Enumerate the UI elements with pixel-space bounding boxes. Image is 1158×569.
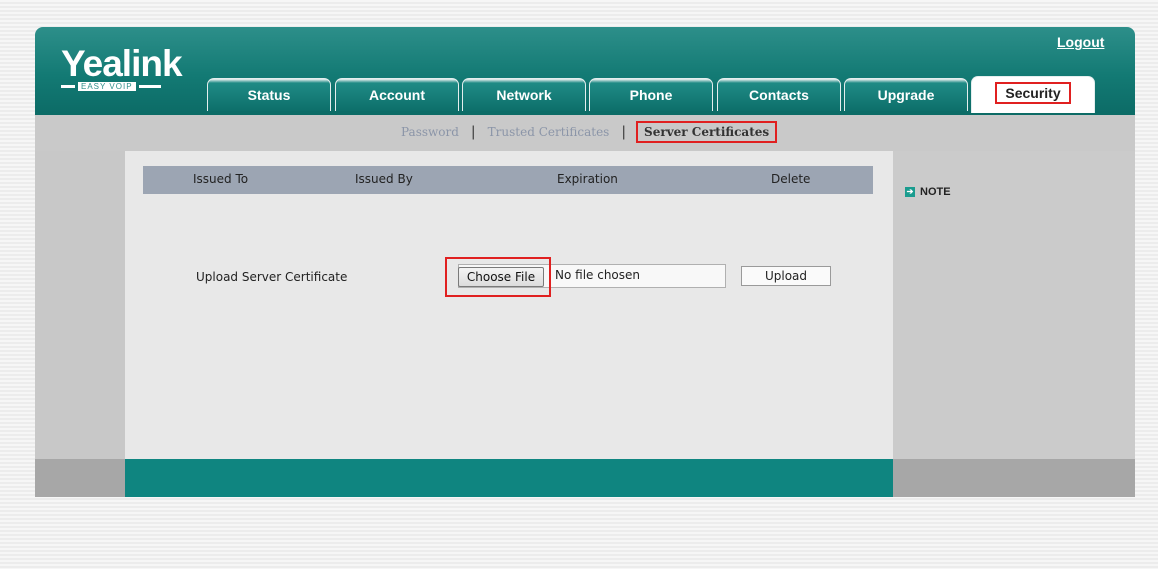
- subnav-server-certificates[interactable]: Server Certificates: [636, 121, 778, 143]
- tab-account[interactable]: Account: [335, 78, 459, 111]
- left-panel: [35, 151, 125, 459]
- main-content: Issued To Issued By Expiration Delete Up…: [125, 151, 893, 459]
- logout-link[interactable]: Logout: [1057, 34, 1104, 50]
- col-issued-to: Issued To: [193, 172, 249, 186]
- logo-tagline: EASY VOIP: [78, 82, 136, 91]
- certificate-table-header: Issued To Issued By Expiration Delete: [143, 166, 873, 194]
- note-panel: ➔ NOTE: [893, 151, 1135, 459]
- footer-right: [893, 459, 1135, 497]
- main-tabs: Status Account Network Phone Contacts Up…: [207, 76, 1135, 115]
- subnav-trusted-certificates[interactable]: Trusted Certificates: [486, 125, 612, 139]
- tab-status[interactable]: Status: [207, 78, 331, 111]
- col-delete: Delete: [771, 172, 811, 186]
- note-heading: ➔ NOTE: [905, 186, 951, 198]
- note-label: NOTE: [920, 186, 951, 198]
- subnav-items: Password | Trusted Certificates | Server…: [399, 121, 778, 143]
- subnav-separator: |: [470, 124, 476, 140]
- logo-text: Yealink: [61, 43, 183, 84]
- logo-line-left: [61, 85, 75, 88]
- arrow-right-icon: ➔: [905, 187, 915, 197]
- header: Yealink EASY VOIP Logout Status Account …: [35, 27, 1135, 115]
- choose-file-highlight: Choose File: [445, 257, 551, 297]
- logo-line-right: [138, 85, 161, 88]
- no-file-chosen-text: No file chosen: [555, 268, 641, 282]
- col-expiration: Expiration: [557, 172, 618, 186]
- tab-security[interactable]: Security: [971, 76, 1095, 113]
- subnav-separator: |: [621, 124, 627, 140]
- footer-bar: [125, 459, 893, 497]
- footer-left: [35, 459, 125, 497]
- tab-phone[interactable]: Phone: [589, 78, 713, 111]
- sub-navigation: Password | Trusted Certificates | Server…: [35, 115, 1135, 151]
- tab-network[interactable]: Network: [462, 78, 586, 111]
- col-issued-by: Issued By: [355, 172, 413, 186]
- subnav-password[interactable]: Password: [399, 125, 461, 139]
- tab-upgrade[interactable]: Upgrade: [844, 78, 968, 111]
- upload-certificate-label: Upload Server Certificate: [196, 270, 348, 284]
- logo: Yealink EASY VOIP: [61, 43, 183, 91]
- upload-button[interactable]: Upload: [741, 266, 831, 286]
- tab-contacts[interactable]: Contacts: [717, 78, 841, 111]
- choose-file-button[interactable]: Choose File: [458, 267, 544, 287]
- page-frame: Yealink EASY VOIP Logout Status Account …: [35, 27, 1135, 497]
